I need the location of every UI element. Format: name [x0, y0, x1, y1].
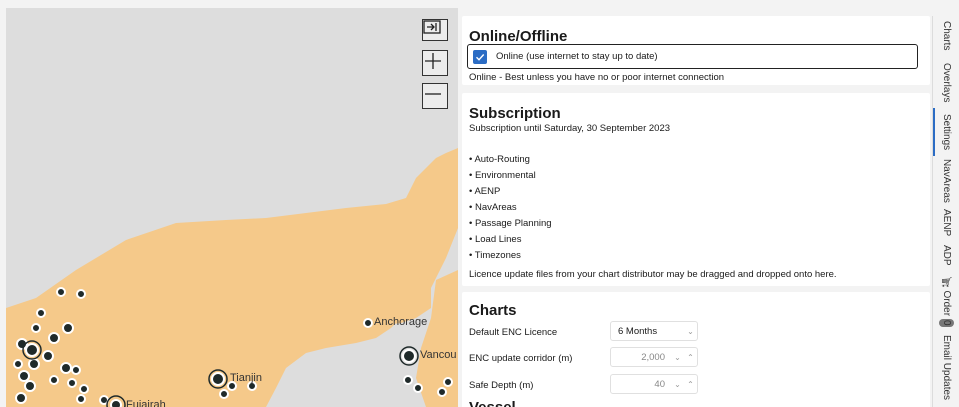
expand-icon	[423, 20, 441, 34]
online-offline-title: Online/Offline	[469, 28, 568, 45]
subscription-card: Subscription Subscription until Saturday…	[462, 93, 930, 286]
checkmark-icon	[476, 53, 485, 61]
feature-item: • Auto-Routing	[469, 154, 530, 165]
map-view[interactable]: Anchorage Vancou Tianjin Fujairah	[6, 8, 458, 407]
map-label-anchorage: Anchorage	[374, 316, 428, 328]
map-label-vancouver: Vancou	[420, 349, 457, 361]
zoom-out-icon	[425, 93, 441, 95]
default-enc-licence-select[interactable]: 6 Months ⌄	[610, 321, 698, 341]
tab-settings-label: Settings	[941, 113, 952, 151]
cart-icon: 🛒︎	[941, 275, 952, 288]
order-count-badge: 0	[939, 319, 954, 327]
tab-order-label: Order	[941, 290, 952, 317]
tab-order-content: 🛒︎ Order 0	[939, 275, 954, 327]
online-checkbox-label: Online (use internet to stay up to date)	[496, 51, 658, 62]
feature-item: • Environmental	[469, 170, 536, 181]
feature-item: • AENP	[469, 186, 501, 197]
chevron-down-icon[interactable]: ⌄	[671, 380, 684, 389]
safe-depth-label: Safe Depth (m)	[469, 380, 534, 391]
charts-card: Charts Default ENC Licence 6 Months ⌄ EN…	[462, 292, 930, 407]
tab-charts-label: Charts	[941, 21, 952, 51]
tab-overlays-label: Overlays	[941, 63, 952, 103]
enc-update-corridor-label: ENC update corridor (m)	[469, 353, 573, 364]
enc-update-corridor-value: 2,000	[641, 351, 665, 363]
zoom-in-icon	[425, 53, 441, 69]
side-tab-rail: Charts Overlays Settings NavAreas AENP A…	[932, 16, 959, 407]
tab-order[interactable]: 🛒︎ Order 0	[933, 272, 959, 330]
tab-navareas-label: NavAreas	[941, 159, 952, 203]
tab-aenp-label: AENP	[941, 209, 952, 237]
default-enc-licence-value: 6 Months	[618, 325, 658, 337]
settings-panel: Online/Offline Online (use internet to s…	[462, 16, 930, 407]
online-checkbox-row[interactable]: Online (use internet to stay up to date)	[467, 44, 918, 69]
map-label-tianjin: Tianjin	[230, 372, 262, 384]
subscription-until: Subscription until Saturday, 30 Septembe…	[469, 123, 671, 134]
map-canvas	[6, 148, 458, 407]
default-enc-licence-label: Default ENC Licence	[469, 327, 558, 338]
feature-item: • Timezones	[469, 250, 521, 261]
tab-email-updates[interactable]: Email Updates	[933, 332, 959, 404]
tab-aenp[interactable]: AENP	[933, 206, 959, 240]
vessel-title: Vessel	[469, 399, 516, 407]
online-checkbox[interactable]	[473, 49, 487, 64]
feature-item: • NavAreas	[469, 202, 517, 213]
app-window: Anchorage Vancou Tianjin Fujairah Online…	[0, 0, 959, 407]
chevron-down-icon[interactable]: ⌄	[671, 353, 684, 362]
top-strip	[0, 0, 959, 8]
expand-panel-button[interactable]	[422, 19, 448, 41]
tab-overlays[interactable]: Overlays	[933, 58, 959, 108]
chevron-up-icon[interactable]: ⌃	[684, 380, 697, 389]
chevron-up-icon[interactable]: ⌃	[684, 353, 697, 362]
enc-update-corridor-input[interactable]: 2,000 ⌄ ⌃	[610, 347, 698, 367]
zoom-out-button[interactable]	[422, 83, 448, 109]
safe-depth-value: 40	[654, 378, 665, 390]
zoom-in-button[interactable]	[422, 50, 448, 76]
subscription-title: Subscription	[469, 105, 561, 122]
tab-navareas[interactable]: NavAreas	[933, 156, 959, 206]
feature-item: • Passage Planning	[469, 218, 552, 229]
safe-depth-input[interactable]: 40 ⌄ ⌃	[610, 374, 698, 394]
tab-charts[interactable]: Charts	[933, 16, 959, 56]
tab-adp-label: ADP	[941, 244, 952, 266]
online-note: Online - Best unless you have no or poor…	[469, 72, 725, 83]
feature-item: • Load Lines	[469, 234, 522, 245]
tab-adp[interactable]: ADP	[933, 240, 959, 270]
tab-email-updates-label: Email Updates	[941, 335, 952, 401]
chevron-down-icon: ⌄	[687, 326, 694, 336]
online-offline-card: Online/Offline Online (use internet to s…	[462, 16, 930, 85]
charts-title: Charts	[469, 302, 517, 319]
licence-note: Licence update files from your chart dis…	[469, 269, 837, 280]
map-label-fujairah: Fujairah	[126, 399, 166, 407]
tab-settings[interactable]: Settings	[933, 108, 959, 156]
